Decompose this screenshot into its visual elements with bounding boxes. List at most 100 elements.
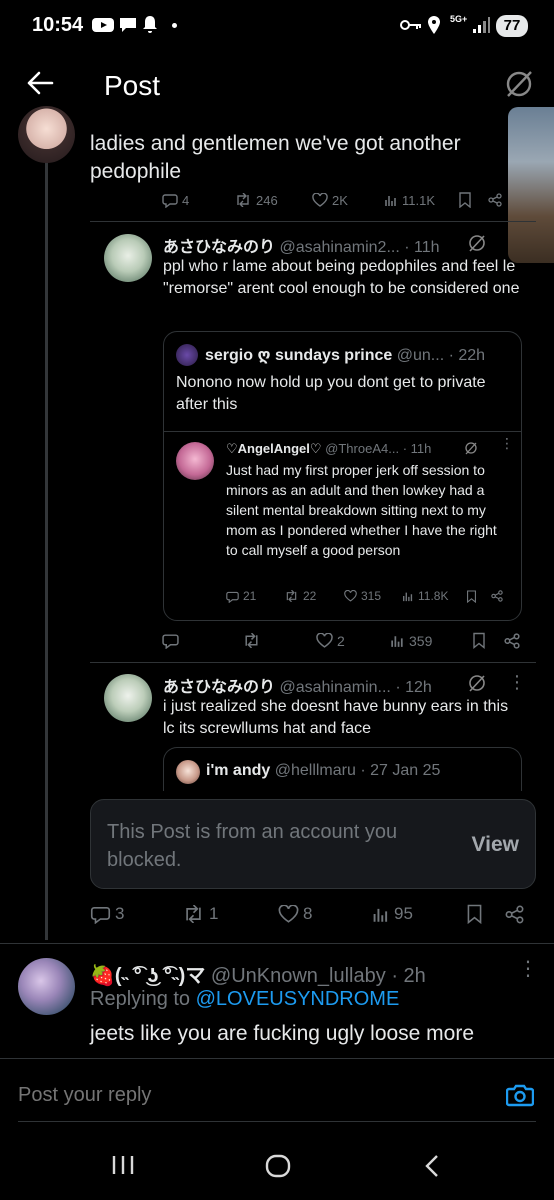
like-count: 315 — [361, 589, 382, 603]
reply-count: 4 — [182, 192, 190, 208]
repost-button: 22 — [284, 589, 344, 603]
avatar — [176, 760, 200, 784]
divider — [164, 431, 521, 432]
handle[interactable]: @UnKnown_lullaby — [211, 965, 386, 987]
mention-link[interactable]: @LOVEUSYNDROME — [196, 988, 400, 1010]
display-name: i'm andy — [206, 762, 271, 779]
signal-icon — [472, 16, 490, 34]
notification-dot — [172, 23, 177, 28]
grok-icon[interactable] — [467, 673, 487, 693]
camera-icon[interactable] — [506, 1083, 534, 1107]
repost-button[interactable]: 246 — [234, 193, 312, 208]
reply-icon — [162, 632, 179, 649]
post-text: ppl who r lame about being pedophiles an… — [163, 258, 520, 297]
more-options-icon[interactable]: ⋮ — [508, 672, 526, 693]
avatar[interactable] — [18, 106, 75, 163]
heart-icon — [278, 905, 299, 923]
home-icon[interactable] — [265, 1154, 291, 1178]
views-count: 11.8K — [418, 589, 449, 603]
replying-to-label: Replying to — [90, 988, 191, 1010]
bookmark-icon — [466, 589, 477, 603]
recent-apps-icon[interactable] — [110, 1154, 136, 1176]
avatar[interactable] — [104, 674, 152, 722]
display-name[interactable]: あさひなみのり — [163, 679, 275, 696]
grok-icon — [464, 441, 478, 455]
post-header: あさひなみのり @asahinamin2... · 11h — [163, 233, 503, 257]
grok-icon[interactable] — [503, 68, 535, 100]
display-name[interactable]: 🍓(˵ ͡° ͜ʖ ͡°˵)マ — [90, 965, 205, 987]
reply-count: 3 — [115, 904, 125, 923]
post-actions: 4 246 2K 11.1K — [162, 192, 512, 208]
grok-icon[interactable] — [467, 233, 487, 253]
status-time: 10:54 — [32, 14, 84, 36]
handle[interactable]: @asahinamin... — [279, 679, 390, 696]
timestamp: · 22h — [448, 347, 486, 364]
views-button[interactable]: 95 — [372, 904, 466, 924]
post-text: i just realized she doesnt have bunny ea… — [163, 698, 509, 737]
timestamp: · 11h — [402, 441, 432, 456]
share-icon[interactable] — [505, 905, 524, 924]
handle[interactable]: @asahinamin2... — [279, 239, 399, 256]
youtube-icon — [92, 17, 114, 33]
views-button: 11.8K — [402, 589, 466, 603]
more-options-icon[interactable]: ⋮ — [518, 956, 538, 981]
blocked-post-notice: This Post is from an account you blocked… — [90, 799, 536, 889]
blocked-text: This Post is from an account you blocked… — [107, 821, 398, 871]
media-preview-thumbnail[interactable] — [508, 107, 554, 263]
reply-input[interactable] — [18, 1079, 458, 1111]
status-bar: 10:54 5G+ 77 — [0, 0, 554, 52]
share-icon[interactable] — [488, 193, 502, 207]
reply-button[interactable] — [162, 632, 242, 649]
reply-icon — [162, 192, 178, 208]
page-title: Post — [104, 70, 161, 101]
repost-count: 246 — [256, 192, 278, 208]
avatar[interactable] — [104, 234, 152, 282]
quoted-post-card[interactable]: i'm andy @helllmaru · 27 Jan 25 — [163, 747, 522, 791]
views-button[interactable]: 359 — [390, 633, 472, 649]
views-icon — [384, 193, 398, 207]
network-label: 5G+ — [450, 14, 468, 24]
repost-button[interactable]: 1 — [182, 904, 278, 924]
heart-icon — [344, 590, 357, 602]
bell-icon — [142, 15, 158, 35]
repost-count: 22 — [303, 589, 317, 603]
bookmark-icon[interactable] — [472, 632, 486, 649]
bookmark-icon[interactable] — [458, 192, 472, 208]
heart-icon — [316, 633, 333, 648]
like-count: 2K — [332, 192, 348, 208]
avatar — [176, 344, 198, 366]
more-options-icon: ⋮ — [500, 435, 514, 451]
repost-icon — [234, 193, 252, 207]
views-button[interactable]: 11.1K — [384, 193, 462, 208]
views-count: 11.1K — [402, 192, 436, 208]
post-header: あさひなみのり @asahinamin... · 12h — [163, 673, 463, 697]
composer-divider — [18, 1121, 536, 1122]
post-actions: 2 359 — [162, 632, 522, 649]
repost-button[interactable] — [242, 633, 316, 648]
post-text: Nonono now hold up you dont get to priva… — [176, 374, 486, 413]
post-actions: 21 22 315 11.8K — [226, 589, 516, 603]
quoted-post-card[interactable]: sergio ღ sundays prince @un... · 22h Non… — [163, 331, 522, 621]
share-icon[interactable] — [504, 632, 520, 649]
like-button[interactable]: 8 — [278, 904, 372, 924]
post-header: i'm andy @helllmaru · 27 Jan 25 — [206, 762, 516, 780]
view-button[interactable]: View — [472, 833, 519, 857]
reply-count: 21 — [243, 589, 257, 603]
like-count: 8 — [303, 904, 313, 923]
back-arrow-icon[interactable] — [26, 70, 54, 96]
repost-icon — [182, 905, 205, 923]
timestamp: · 11h — [404, 239, 440, 256]
reply-button[interactable]: 3 — [90, 904, 182, 924]
views-icon — [402, 590, 414, 602]
back-icon[interactable] — [424, 1154, 440, 1178]
reply-button[interactable]: 4 — [162, 192, 234, 208]
display-name[interactable]: あさひなみのり — [163, 239, 275, 256]
thread-line — [45, 162, 48, 940]
avatar[interactable] — [18, 958, 75, 1015]
post-text: jeets like you are fucking ugly loose mo… — [90, 1022, 475, 1045]
bookmark-icon[interactable] — [466, 904, 483, 924]
like-button: 315 — [344, 589, 402, 603]
post-text: ladies and gentlemen we've got another p… — [90, 132, 461, 183]
like-button[interactable]: 2 — [316, 633, 390, 649]
like-button[interactable]: 2K — [312, 193, 384, 208]
